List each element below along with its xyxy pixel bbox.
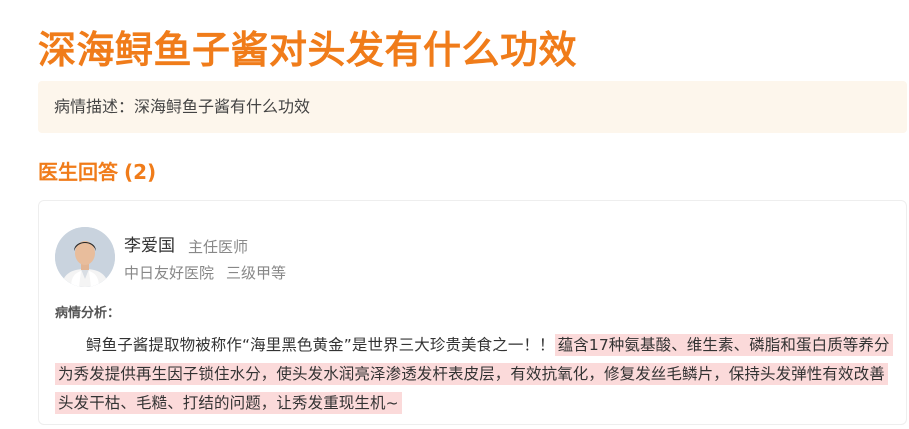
doctor-avatar[interactable] (55, 227, 115, 287)
analysis-text: 鲟鱼子酱提取物被称作“海里黑色黄金”是世界三大珍贵美食之一！！ 蕴含17种氨基酸、… (55, 331, 899, 418)
answers-count: (2) (124, 160, 157, 184)
question-description: 病情描述：深海鲟鱼子酱有什么功效 (38, 81, 907, 133)
hospital-name[interactable]: 中日友好医院 (124, 264, 214, 282)
analysis-plain-text: 鲟鱼子酱提取物被称作“海里黑色黄金”是世界三大珍贵美食之一！！ (86, 336, 555, 354)
answer-card: 李爱国 主任医师 中日友好医院 三级甲等 病情分析： 鲟鱼子酱提取物被称作“海里黑… (38, 200, 907, 425)
hospital-level: 三级甲等 (226, 264, 287, 282)
answers-heading-label: 医生回答 (38, 160, 118, 184)
answers-heading: 医生回答 (2) (38, 158, 156, 186)
analysis-label: 病情分析： (55, 306, 121, 321)
doctor-hospital: 中日友好医院 三级甲等 (124, 263, 286, 283)
doctor-name[interactable]: 李爱国 (124, 235, 175, 257)
doctor-title: 主任医师 (188, 238, 249, 256)
description-text: 深海鲟鱼子酱有什么功效 (134, 97, 311, 116)
doctor-portrait-icon (55, 227, 115, 287)
page-title: 深海鲟鱼子酱对头发有什么功效 (38, 28, 578, 72)
description-label: 病情描述： (54, 97, 135, 116)
